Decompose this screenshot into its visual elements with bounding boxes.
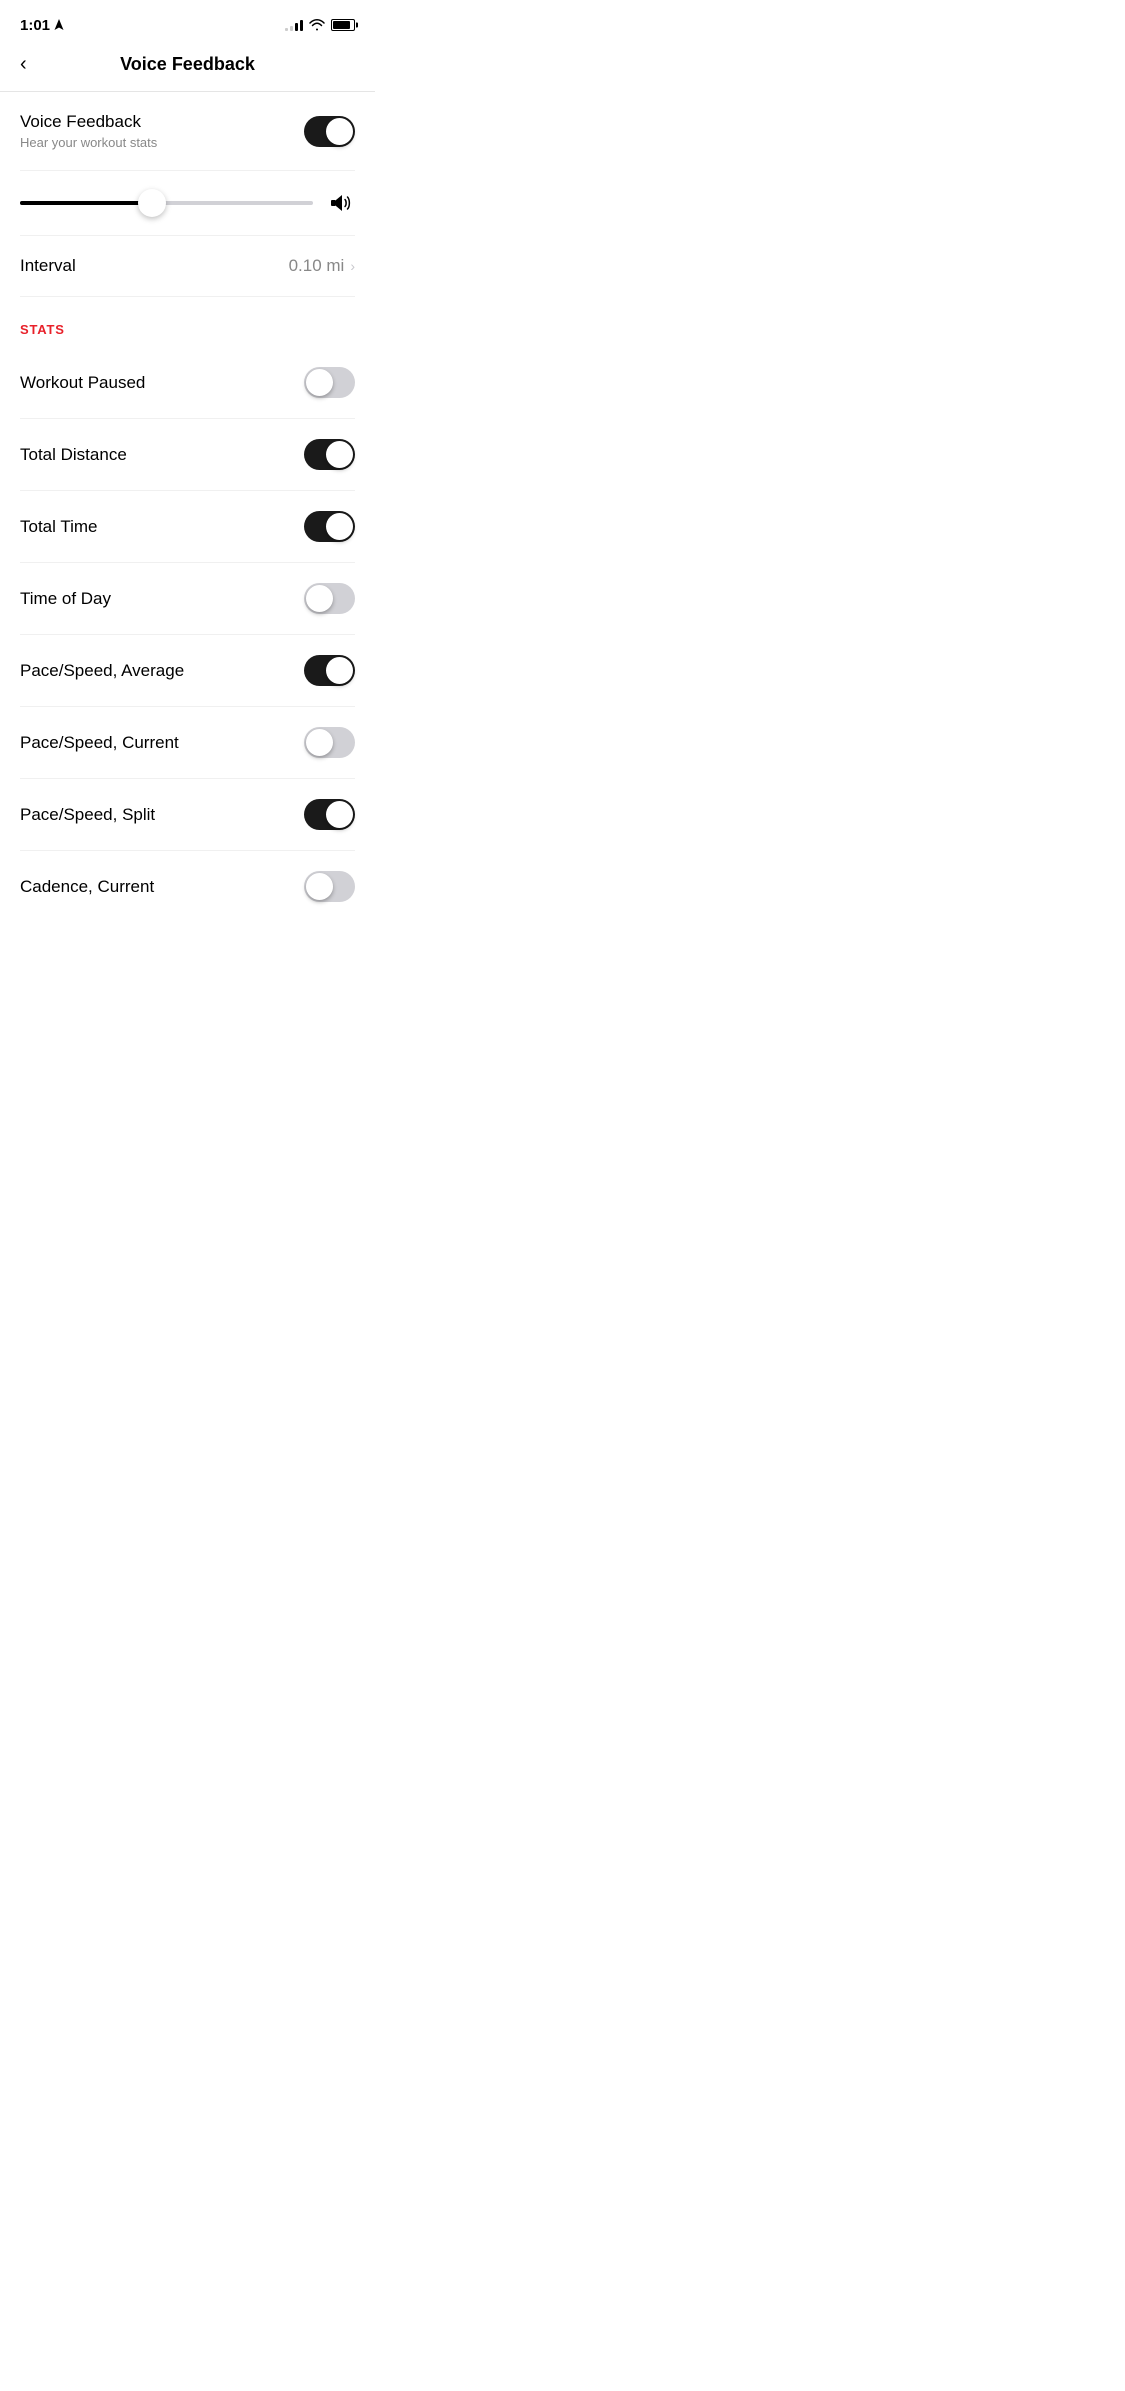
main-content: Voice Feedback Hear your workout stats: [0, 92, 375, 922]
interval-value: 0.10 mi: [289, 256, 345, 276]
total-distance-row: Total Distance: [20, 419, 355, 491]
workout-paused-toggle[interactable]: [304, 367, 355, 398]
pace-split-toggle[interactable]: [304, 799, 355, 830]
status-icons: [285, 19, 355, 31]
pace-average-toggle[interactable]: [304, 655, 355, 686]
signal-icon: [285, 19, 303, 31]
cadence-current-toggle[interactable]: [304, 871, 355, 902]
slider-container: [20, 187, 313, 219]
toggle-thumb: [306, 585, 333, 612]
slider-track: [20, 201, 313, 205]
total-time-label: Total Time: [20, 517, 97, 537]
time-of-day-row: Time of Day: [20, 563, 355, 635]
pace-split-label: Pace/Speed, Split: [20, 805, 155, 825]
interval-value-group: 0.10 mi ›: [289, 256, 355, 276]
toggle-thumb: [326, 513, 353, 540]
pace-current-label: Pace/Speed, Current: [20, 733, 179, 753]
voice-feedback-label: Voice Feedback: [20, 112, 157, 132]
voice-feedback-label-group: Voice Feedback Hear your workout stats: [20, 112, 157, 150]
stats-title: STATS: [20, 322, 65, 337]
workout-paused-label: Workout Paused: [20, 373, 145, 393]
battery-icon: [331, 19, 355, 31]
time-of-day-label: Time of Day: [20, 589, 111, 609]
time-of-day-toggle[interactable]: [304, 583, 355, 614]
total-time-toggle[interactable]: [304, 511, 355, 542]
pace-average-row: Pace/Speed, Average: [20, 635, 355, 707]
time-label: 1:01: [20, 17, 50, 34]
cadence-current-label: Cadence, Current: [20, 877, 154, 897]
speaker-icon: [327, 189, 355, 217]
toggle-thumb: [326, 657, 353, 684]
status-bar: 1:01: [0, 0, 375, 44]
toggle-thumb: [306, 873, 333, 900]
cadence-current-row: Cadence, Current: [20, 851, 355, 922]
wifi-icon: [309, 19, 325, 31]
slider-fill: [20, 201, 152, 205]
total-distance-label: Total Distance: [20, 445, 127, 465]
status-time: 1:01: [20, 17, 64, 34]
stats-section-header: STATS: [20, 297, 355, 347]
pace-split-row: Pace/Speed, Split: [20, 779, 355, 851]
toggle-thumb: [326, 441, 353, 468]
toggle-thumb: [326, 801, 353, 828]
back-button[interactable]: ‹: [20, 53, 27, 76]
location-icon: [54, 19, 64, 31]
pace-current-toggle[interactable]: [304, 727, 355, 758]
voice-feedback-sublabel: Hear your workout stats: [20, 135, 157, 150]
volume-slider-row: [20, 171, 355, 236]
toggle-thumb: [306, 369, 333, 396]
nav-header: ‹ Voice Feedback: [0, 44, 375, 91]
pace-current-row: Pace/Speed, Current: [20, 707, 355, 779]
page-title: Voice Feedback: [120, 54, 255, 75]
voice-feedback-row: Voice Feedback Hear your workout stats: [20, 92, 355, 171]
toggle-thumb: [306, 729, 333, 756]
slider-thumb[interactable]: [138, 189, 166, 217]
workout-paused-row: Workout Paused: [20, 347, 355, 419]
pace-average-label: Pace/Speed, Average: [20, 661, 184, 681]
voice-feedback-toggle[interactable]: [304, 116, 355, 147]
chevron-icon: ›: [350, 258, 355, 274]
total-time-row: Total Time: [20, 491, 355, 563]
toggle-thumb: [326, 118, 353, 145]
interval-row[interactable]: Interval 0.10 mi ›: [20, 236, 355, 297]
total-distance-toggle[interactable]: [304, 439, 355, 470]
interval-label: Interval: [20, 256, 76, 276]
